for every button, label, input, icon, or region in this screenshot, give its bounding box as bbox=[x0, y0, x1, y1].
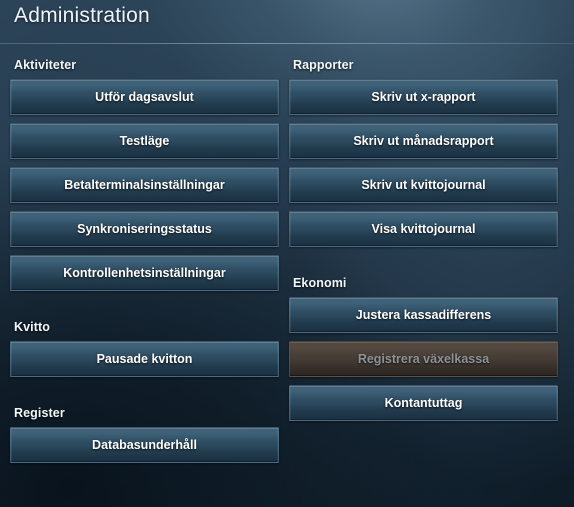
button-kontrollenhetsinstallningar[interactable]: Kontrollenhetsinställningar bbox=[10, 255, 279, 291]
section-heading-kvitto: Kvitto bbox=[14, 320, 51, 334]
section-kvitto: Kvitto Pausade kvitton bbox=[10, 320, 279, 377]
button-pausade-kvitton[interactable]: Pausade kvitton bbox=[10, 341, 279, 377]
page-header: Administration bbox=[0, 0, 574, 44]
button-testlage[interactable]: Testläge bbox=[10, 123, 279, 159]
page-title: Administration bbox=[14, 4, 150, 27]
header-divider bbox=[0, 43, 574, 44]
section-rapporter: Rapporter Skriv ut x-rapport Skriv ut måna… bbox=[289, 58, 558, 247]
button-registrera-vaxelkassa: Registrera växelkassa bbox=[289, 341, 558, 377]
section-heading-ekonomi: Ekonomi bbox=[293, 276, 347, 290]
button-skriv-ut-manadsrapport[interactable]: Skriv ut månadsrapport bbox=[289, 123, 558, 159]
section-heading-aktiviteter: Aktiviteter bbox=[14, 58, 77, 72]
left-column: Aktiviteter Utför dagsavslut Testläge Betal… bbox=[10, 58, 279, 471]
button-betalterminalsinstallningar[interactable]: Betalterminalsinställningar bbox=[10, 167, 279, 203]
button-synkroniseringsstatus[interactable]: Synkroniseringsstatus bbox=[10, 211, 279, 247]
button-utfor-dagsavslut[interactable]: Utför dagsavslut bbox=[10, 79, 279, 115]
right-column: Rapporter Skriv ut x-rapport Skriv ut måna… bbox=[289, 58, 558, 429]
section-heading-rapporter: Rapporter bbox=[293, 58, 354, 72]
button-skriv-ut-x-rapport[interactable]: Skriv ut x-rapport bbox=[289, 79, 558, 115]
button-databasunderhall[interactable]: Databasunderhåll bbox=[10, 427, 279, 463]
administration-screen: Administration Aktiviteter Utför dagsavsl… bbox=[0, 0, 574, 507]
section-aktiviteter: Aktiviteter Utför dagsavslut Testläge Betal… bbox=[10, 58, 279, 291]
section-ekonomi: Ekonomi Justera kassadifferens Registrera … bbox=[289, 276, 558, 421]
section-heading-register: Register bbox=[14, 406, 65, 420]
button-visa-kvittojournal[interactable]: Visa kvittojournal bbox=[289, 211, 558, 247]
button-skriv-ut-kvittojournal[interactable]: Skriv ut kvittojournal bbox=[289, 167, 558, 203]
button-justera-kassadifferens[interactable]: Justera kassadifferens bbox=[289, 297, 558, 333]
button-kontantuttag[interactable]: Kontantuttag bbox=[289, 385, 558, 421]
section-register: Register Databasunderhåll bbox=[10, 406, 279, 463]
